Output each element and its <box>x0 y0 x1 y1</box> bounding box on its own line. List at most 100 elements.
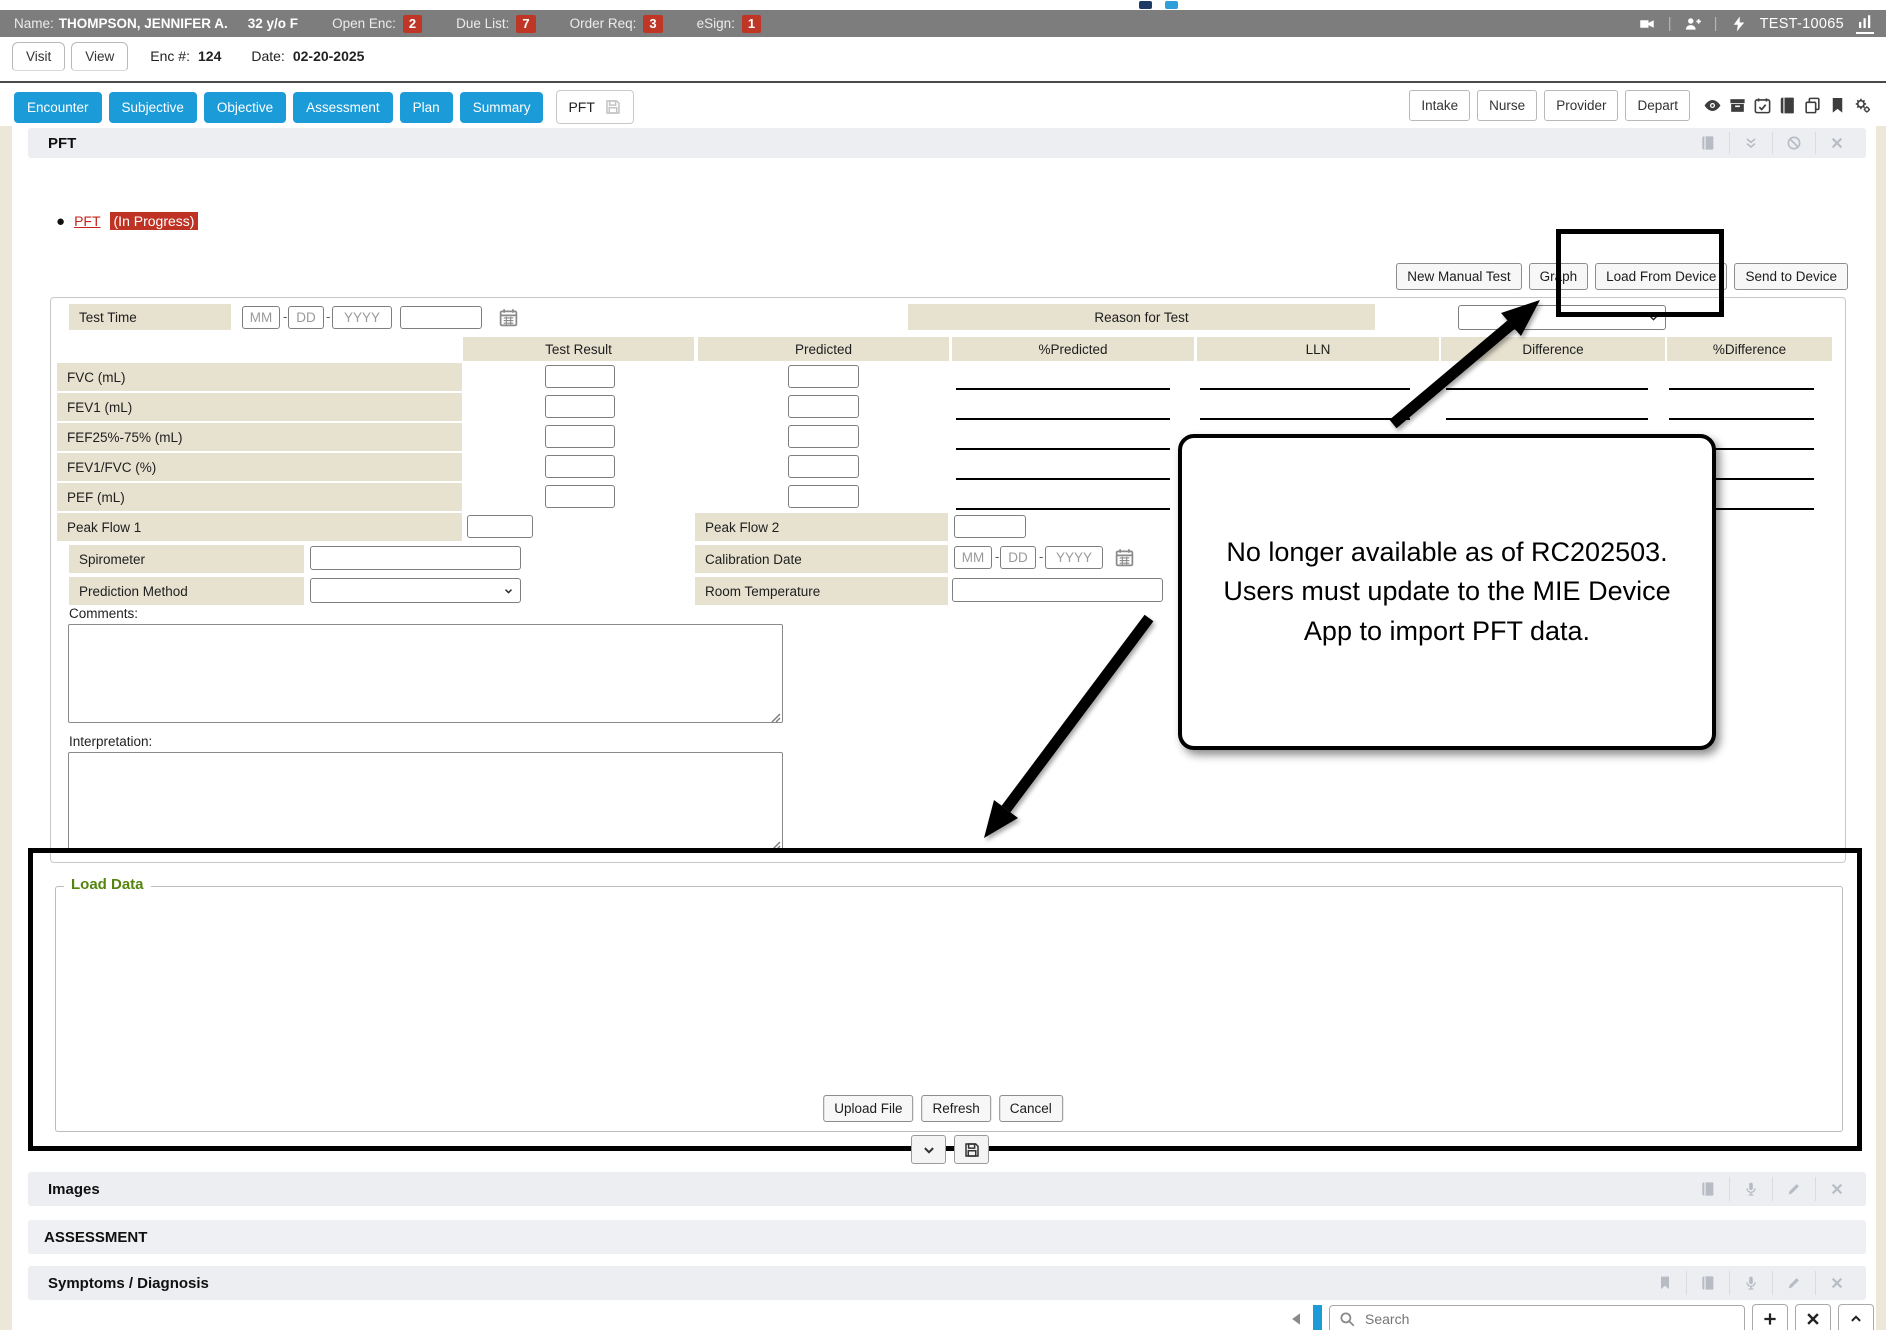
input-test-result-pef-ml[interactable] <box>545 485 615 508</box>
triangle-left-icon[interactable] <box>1288 1310 1306 1328</box>
calibration-calendar-icon[interactable] <box>1114 547 1135 568</box>
input-predicted-fef25-75-ml[interactable] <box>788 425 859 448</box>
stage-button-provider[interactable]: Provider <box>1544 90 1618 121</box>
load-data-button-refresh[interactable]: Refresh <box>921 1095 990 1122</box>
room-temperature-input[interactable] <box>952 578 1163 602</box>
toolbar-archive-icon[interactable] <box>1728 96 1747 115</box>
chart-icon[interactable] <box>1856 13 1874 34</box>
save-button[interactable] <box>954 1135 989 1164</box>
stage-button-nurse[interactable]: Nurse <box>1477 90 1537 121</box>
tab-pft[interactable]: PFT <box>556 90 633 124</box>
action-button-send-to-device[interactable]: Send to Device <box>1734 263 1848 290</box>
toolbar-bookmark-icon[interactable] <box>1828 96 1847 115</box>
input-test-result-fev1-fvc[interactable] <box>545 455 615 478</box>
test-time-input[interactable] <box>400 306 482 329</box>
nav-button-plan[interactable]: Plan <box>400 92 453 123</box>
input-predicted-pef-ml[interactable] <box>788 485 859 508</box>
empty-value-line <box>1446 388 1648 390</box>
pft-link[interactable]: PFT <box>74 213 100 229</box>
toolbar-copy-icon[interactable] <box>1803 96 1822 115</box>
search-box[interactable] <box>1329 1305 1745 1330</box>
save-icon[interactable] <box>604 98 622 116</box>
action-button-new-manual-test[interactable]: New Manual Test <box>1396 263 1521 290</box>
collapse-button[interactable] <box>911 1135 946 1164</box>
toolbar-settings-icon[interactable] <box>1853 96 1872 115</box>
collapse-icon[interactable] <box>1729 132 1772 154</box>
peak-flow-2-input[interactable] <box>954 515 1026 538</box>
search-input[interactable] <box>1363 1310 1707 1328</box>
input-predicted-fev1-ml[interactable] <box>788 395 859 418</box>
nav-button-subjective[interactable]: Subjective <box>109 92 197 123</box>
toolbar-right: IntakeNurseProviderDepart <box>1409 90 1872 121</box>
date-dash: - <box>326 309 330 324</box>
toolbar-calendar-check-icon[interactable] <box>1753 96 1772 115</box>
counter-badge[interactable]: 7 <box>516 15 535 33</box>
counter-badge[interactable]: 3 <box>643 15 662 33</box>
close-icon[interactable] <box>1815 1177 1858 1201</box>
counter-badge[interactable]: 2 <box>403 15 422 33</box>
encounter-info: Enc #: 124 Date: 02-20-2025 <box>150 48 364 71</box>
action-button-load-from-device[interactable]: Load From Device <box>1595 263 1727 290</box>
calibration-mm[interactable] <box>954 546 992 569</box>
microphone-icon[interactable] <box>1729 1271 1772 1295</box>
calibration-yyyy[interactable] <box>1045 546 1103 569</box>
input-predicted-fev1-fvc[interactable] <box>788 455 859 478</box>
interpretation-label: Interpretation: <box>69 734 152 749</box>
resize-grip[interactable] <box>770 838 781 849</box>
reason-for-test-select[interactable] <box>1458 305 1666 330</box>
action-button-graph[interactable]: Graph <box>1529 263 1589 290</box>
load-data-button-upload-file[interactable]: Upload File <box>823 1095 913 1122</box>
assessment-title: ASSESSMENT <box>44 1229 147 1246</box>
close-icon[interactable] <box>1815 1271 1858 1295</box>
close-icon[interactable] <box>1815 132 1858 154</box>
interpretation-textarea[interactable] <box>68 752 783 851</box>
stage-button-intake[interactable]: Intake <box>1409 90 1470 121</box>
chevron-down-icon <box>920 1141 938 1159</box>
view-tab[interactable]: View <box>71 42 128 71</box>
date-value: 02-20-2025 <box>293 48 365 64</box>
prediction-method-select[interactable] <box>310 578 521 603</box>
input-test-result-fvc-ml[interactable] <box>545 365 615 388</box>
test-date-dd[interactable] <box>288 306 324 329</box>
test-date-mm[interactable] <box>242 306 280 329</box>
test-date-calendar-icon[interactable] <box>498 307 519 328</box>
input-predicted-fvc-ml[interactable] <box>788 365 859 388</box>
prediction-method-label: Prediction Method <box>69 577 304 605</box>
book-icon[interactable] <box>1687 1177 1729 1201</box>
add-user-icon[interactable] <box>1684 15 1702 33</box>
comments-textarea[interactable] <box>68 624 783 723</box>
input-test-result-fef25-75-ml[interactable] <box>545 425 615 448</box>
book-icon[interactable] <box>1687 132 1729 154</box>
disable-icon[interactable] <box>1772 132 1815 154</box>
close-button[interactable] <box>1795 1304 1831 1330</box>
counter-badge[interactable]: 1 <box>742 15 761 33</box>
pft-section-title: PFT <box>48 135 76 152</box>
load-data-button-cancel[interactable]: Cancel <box>999 1095 1063 1122</box>
toolbar-book-icon[interactable] <box>1778 96 1797 115</box>
nav-button-assessment[interactable]: Assessment <box>293 92 393 123</box>
scroll-up-button[interactable] <box>1838 1304 1874 1330</box>
pencil-icon[interactable] <box>1772 1177 1815 1201</box>
spirometer-input[interactable] <box>310 546 521 570</box>
peak-flow-2-label: Peak Flow 2 <box>695 513 948 541</box>
pencil-icon[interactable] <box>1772 1271 1815 1295</box>
diagnosis-search-row <box>1288 1304 1874 1330</box>
calibration-dd[interactable] <box>1000 546 1036 569</box>
resize-grip[interactable] <box>770 710 781 721</box>
bookmark-icon[interactable] <box>1644 1271 1686 1295</box>
annotation-callout: No longer available as of RC202503. User… <box>1178 434 1716 750</box>
nav-button-encounter[interactable]: Encounter <box>14 92 102 123</box>
video-icon[interactable] <box>1638 15 1656 33</box>
add-button[interactable] <box>1752 1304 1788 1330</box>
input-test-result-fev1-ml[interactable] <box>545 395 615 418</box>
flash-icon[interactable] <box>1730 15 1748 33</box>
stage-button-depart[interactable]: Depart <box>1625 90 1690 121</box>
visit-tab[interactable]: Visit <box>12 42 65 71</box>
microphone-icon[interactable] <box>1729 1177 1772 1201</box>
nav-button-summary[interactable]: Summary <box>460 92 544 123</box>
nav-button-objective[interactable]: Objective <box>204 92 286 123</box>
book-icon[interactable] <box>1686 1271 1729 1295</box>
peak-flow-1-input[interactable] <box>467 515 533 538</box>
toolbar-eye-icon[interactable] <box>1703 96 1722 115</box>
test-date-yyyy[interactable] <box>332 306 392 329</box>
